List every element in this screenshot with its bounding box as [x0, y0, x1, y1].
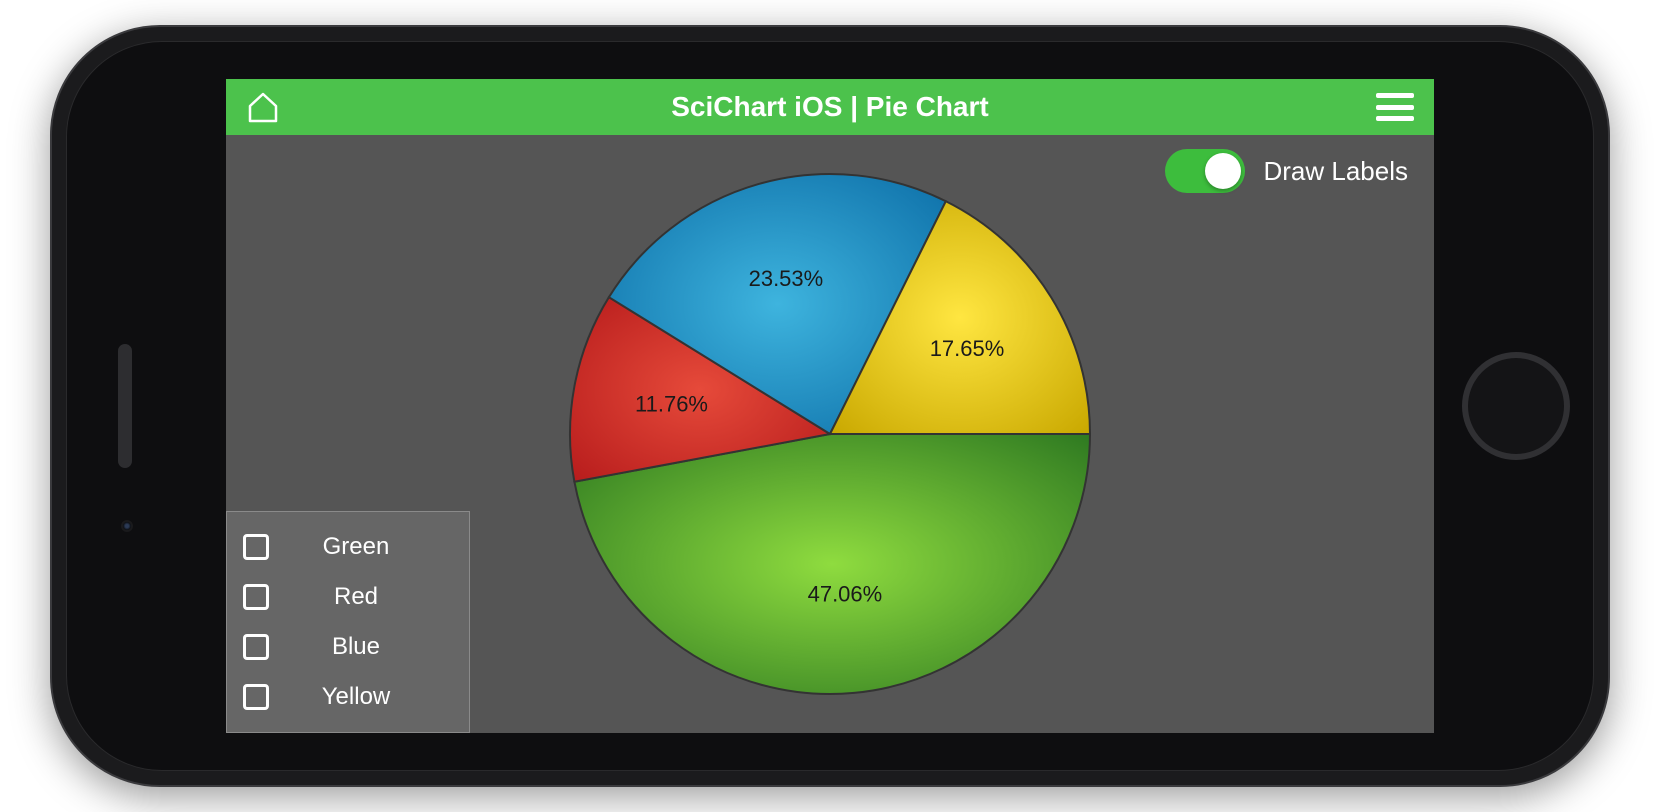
slice-label-red: 11.76%: [635, 391, 708, 416]
draw-labels-toggle[interactable]: [1165, 149, 1245, 193]
phone-speaker: [118, 344, 132, 468]
toggle-knob: [1205, 153, 1241, 189]
slice-label-yellow: 17.65%: [930, 336, 1005, 361]
home-icon[interactable]: [246, 90, 280, 124]
legend-panel: Green Red Blue Yellow: [226, 511, 470, 733]
legend-label: Red: [269, 583, 453, 611]
legend-label: Green: [269, 533, 453, 561]
legend-label: Yellow: [269, 683, 453, 711]
legend-label: Blue: [269, 633, 453, 661]
hamburger-icon[interactable]: [1376, 93, 1414, 121]
legend-item-blue[interactable]: Blue: [227, 622, 469, 672]
draw-labels-control: Draw Labels: [1165, 149, 1408, 193]
screen: SciChart iOS | Pie Chart 47.06% 11.76% 23.…: [226, 79, 1434, 733]
content-area: 47.06% 11.76% 23.53% 17.65% Draw Labels Gre…: [226, 135, 1434, 733]
page-title: SciChart iOS | Pie Chart: [671, 91, 988, 123]
legend-item-green[interactable]: Green: [227, 522, 469, 572]
legend-item-yellow[interactable]: Yellow: [227, 672, 469, 722]
phone-camera: [121, 520, 133, 532]
phone-frame: SciChart iOS | Pie Chart 47.06% 11.76% 23.…: [50, 25, 1610, 787]
pie-chart-svg: 47.06% 11.76% 23.53% 17.65%: [550, 154, 1110, 714]
navbar: SciChart iOS | Pie Chart: [226, 79, 1434, 135]
checkbox-icon[interactable]: [243, 634, 269, 660]
draw-labels-label: Draw Labels: [1263, 156, 1408, 187]
checkbox-icon[interactable]: [243, 534, 269, 560]
slice-label-green: 47.06%: [808, 582, 883, 607]
checkbox-icon[interactable]: [243, 584, 269, 610]
slice-label-blue: 23.53%: [749, 266, 824, 291]
home-button[interactable]: [1462, 352, 1570, 460]
legend-item-red[interactable]: Red: [227, 572, 469, 622]
pie-slice-green[interactable]: [574, 434, 1090, 694]
checkbox-icon[interactable]: [243, 684, 269, 710]
